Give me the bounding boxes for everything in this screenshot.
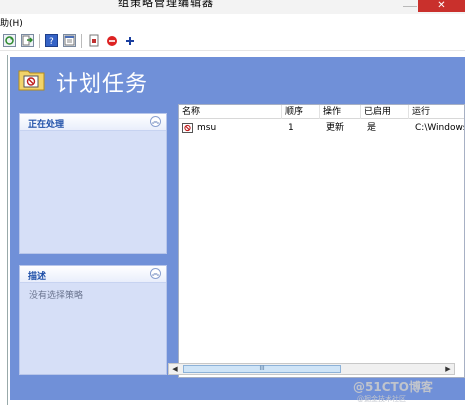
stop-icon[interactable]: [105, 34, 118, 47]
description-panel-title: 描述: [28, 272, 47, 282]
column-header-enabled[interactable]: 已启用: [361, 105, 409, 119]
scroll-left-icon[interactable]: ◀: [169, 364, 181, 374]
tree-pane-edge: [0, 55, 8, 405]
processing-panel-header: 正在处理 ︽: [20, 114, 166, 131]
task-enabled: 是: [367, 123, 377, 133]
scroll-right-icon[interactable]: ▶: [442, 364, 454, 374]
watermark-sub: @掘金技术社区: [357, 395, 406, 403]
horizontal-scrollbar[interactable]: ◀ III ▶: [168, 363, 455, 375]
task-action: 更新: [326, 123, 345, 133]
table-row[interactable]: msu 1 更新 是 C:\Windows: [179, 121, 465, 135]
close-button[interactable]: ✕: [418, 0, 465, 12]
view-icon[interactable]: [63, 34, 76, 47]
menu-item-help[interactable]: 助(H): [0, 16, 23, 29]
scheduled-tasks-folder-icon: [18, 67, 45, 91]
svg-text:?: ?: [49, 37, 54, 46]
minimize-icon[interactable]: [403, 4, 417, 7]
watermark: @51CTO博客: [353, 380, 433, 394]
help-icon[interactable]: ?: [45, 34, 58, 47]
column-header-name[interactable]: 名称: [179, 105, 282, 119]
menu-bar: 助(H): [0, 14, 465, 30]
refresh-icon[interactable]: [3, 34, 16, 47]
column-header-action[interactable]: 操作: [320, 105, 361, 119]
description-text: 没有选择策略: [29, 291, 84, 301]
description-panel-header: 描述 ︽: [20, 266, 166, 283]
column-header-run[interactable]: 运行: [409, 105, 464, 119]
toolbar: ?: [0, 31, 465, 51]
scrollbar-thumb[interactable]: III: [183, 365, 341, 373]
task-list: 名称 顺序 操作 已启用 运行 msu 1 更新 是 C:\Windows: [178, 104, 465, 378]
toolbar-separator: [81, 34, 82, 48]
toolbar-separator: [39, 34, 40, 48]
scheduled-task-icon: [182, 123, 193, 133]
task-name: msu: [197, 123, 217, 133]
processing-panel-title: 正在处理: [28, 120, 65, 130]
window-title: 组策略管理编辑器: [118, 0, 214, 9]
list-header: 名称 顺序 操作 已启用 运行: [179, 105, 464, 119]
export-icon[interactable]: [21, 34, 34, 47]
task-order: 1: [288, 123, 294, 133]
task-icon[interactable]: [87, 34, 100, 47]
task-run: C:\Windows: [415, 123, 465, 133]
description-panel: 描述 ︽ 没有选择策略: [19, 265, 167, 375]
add-icon[interactable]: [123, 34, 136, 47]
chevron-up-icon[interactable]: ︽: [150, 116, 161, 127]
chevron-up-icon[interactable]: ︽: [150, 268, 161, 279]
page-title: 计划任务: [56, 72, 149, 97]
processing-panel: 正在处理 ︽: [19, 113, 167, 254]
main-pane: 计划任务 正在处理 ︽ 描述 ︽ 没有选择策略 名称 顺序 操作 已启用 运行 …: [10, 57, 465, 400]
column-header-order[interactable]: 顺序: [282, 105, 320, 119]
title-bar: 组策略管理编辑器 ✕: [0, 0, 465, 14]
